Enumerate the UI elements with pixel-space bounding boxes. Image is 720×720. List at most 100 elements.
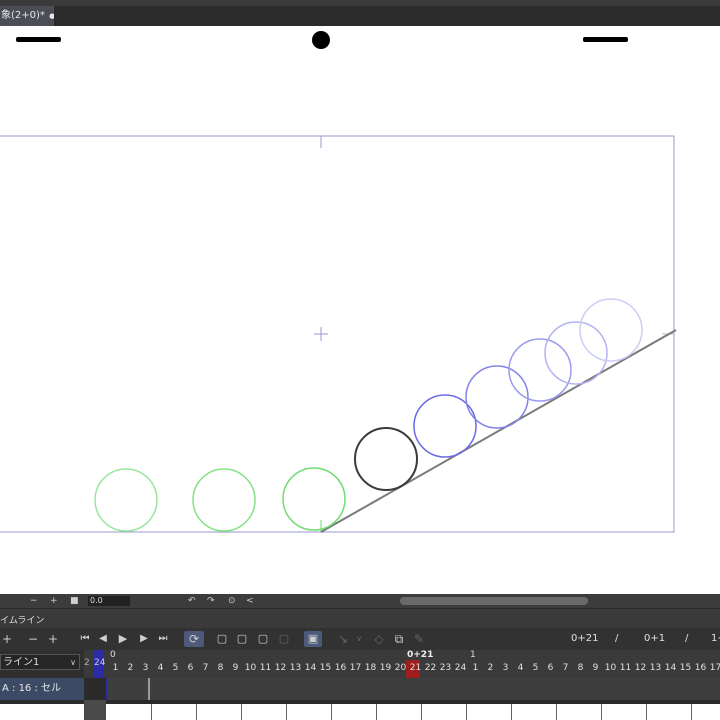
frame-cell-divider xyxy=(376,704,377,720)
zoom-in-button[interactable]: + xyxy=(50,594,58,608)
timeline-zoom-out-button[interactable]: − xyxy=(26,631,40,647)
rotate-left-icon[interactable]: ↶ xyxy=(188,594,196,608)
frame-number: 1 xyxy=(112,663,119,673)
canvas-frame xyxy=(0,135,675,533)
current-cel-ball xyxy=(354,427,418,491)
onion-skin-next-4 xyxy=(544,321,608,385)
camerawork-icon[interactable]: ◇ xyxy=(372,631,386,647)
frame-cell-divider xyxy=(691,704,692,720)
cel-boundary xyxy=(148,678,150,700)
frame-cell-divider xyxy=(466,704,467,720)
frame-number: 5 xyxy=(172,663,179,673)
frame-cell-divider xyxy=(646,704,647,720)
canvas-drawing xyxy=(0,31,677,533)
prev-frame-button[interactable]: ◀ xyxy=(96,631,110,647)
new-timeline-button[interactable]: + xyxy=(0,631,14,647)
frame-cell-divider xyxy=(286,704,287,720)
onion-skin-prev-1 xyxy=(282,467,346,531)
timeline-panel-header: イムライン xyxy=(0,608,720,629)
frame-number: 9 xyxy=(232,663,239,673)
frame-number: 8 xyxy=(217,663,224,673)
total-frames-readout: 0+1 xyxy=(644,633,666,644)
frame-number: 16 xyxy=(334,663,347,673)
frame-number: 3 xyxy=(142,663,149,673)
zoom-value-field[interactable]: 0.0 xyxy=(88,596,130,606)
gutter-cell xyxy=(84,700,106,720)
frame-number: 9 xyxy=(592,663,599,673)
frame-number: 17 xyxy=(709,663,720,673)
frame-number: 15 xyxy=(319,663,332,673)
frame-cell-divider xyxy=(241,704,242,720)
onion-skin-button[interactable]: ▣ xyxy=(304,631,322,647)
next-frame-button[interactable]: ▶ xyxy=(137,631,151,647)
layer-row: A : 16 : セル xyxy=(0,678,720,700)
frame-number: 24 xyxy=(454,663,467,673)
timeline-select-value: ライン1 xyxy=(3,657,40,668)
frame-number: 7 xyxy=(202,663,209,673)
frame-number: 2 xyxy=(487,663,494,673)
first-frame-button[interactable]: ⏮ xyxy=(78,631,92,647)
frame-number: 2 xyxy=(127,663,134,673)
frame-number: 13 xyxy=(289,663,302,673)
onion-skin-next-2 xyxy=(465,365,529,429)
zoom-out-button[interactable]: − xyxy=(30,594,38,608)
last-frame-button[interactable]: ⏭ xyxy=(156,631,170,647)
registration-mark-left xyxy=(16,37,61,42)
layer-track[interactable] xyxy=(106,678,720,700)
frame-cell-divider xyxy=(196,704,197,720)
document-tab[interactable]: 象(2+0)* ● xyxy=(0,6,54,26)
onion-skin-prev-3 xyxy=(94,468,158,532)
frame-number: 8 xyxy=(577,663,584,673)
frame-cell-divider xyxy=(331,704,332,720)
frame-number: 10 xyxy=(244,663,257,673)
horizontal-scrollbar[interactable] xyxy=(400,597,588,605)
frame-cell-divider xyxy=(601,704,602,720)
timeline-zoom-in-button[interactable]: + xyxy=(46,631,60,647)
frame-number: 3 xyxy=(502,663,509,673)
timeline-select[interactable]: ライン1 ∨ xyxy=(0,654,80,670)
frame-number: 1 xyxy=(472,663,479,673)
new-animation-folder-icon[interactable]: ▢ xyxy=(234,631,250,647)
new-animation-cel-icon[interactable]: ▢ xyxy=(214,631,230,647)
frame-number: 4 xyxy=(517,663,524,673)
pen-icon[interactable]: ✎ xyxy=(412,631,426,647)
collapse-icon[interactable]: < xyxy=(246,594,254,608)
frame-cell-strip xyxy=(106,704,720,720)
specify-cel-icon[interactable]: ▢ xyxy=(255,631,271,647)
frame-number: 5 xyxy=(532,663,539,673)
frame-ruler[interactable]: 2 24 0 0+21 1 1 2 3 4 5 6 7 8 9 10 11 12 13 14 15 16 17 1… xyxy=(84,650,720,678)
frame-number: 10 xyxy=(604,663,617,673)
reset-rotation-icon[interactable]: ⊙ xyxy=(228,594,236,608)
frame-number: 17 xyxy=(349,663,362,673)
light-table-icon[interactable]: ⧉ xyxy=(392,631,406,647)
keyframe-dropdown-icon[interactable]: ∨ xyxy=(354,631,364,647)
frame-separator-2: / xyxy=(685,633,689,644)
frame-cell-divider xyxy=(151,704,152,720)
loop-button[interactable]: ⟳ xyxy=(184,631,204,647)
frame-number: 16 xyxy=(694,663,707,673)
keyframe-icon[interactable]: ↘ xyxy=(336,631,350,647)
frame-number: 19 xyxy=(379,663,392,673)
frame-number: 11 xyxy=(619,663,632,673)
registration-mark-center xyxy=(312,31,330,49)
frame-number: 11 xyxy=(259,663,272,673)
delete-cel-icon[interactable]: ▢ xyxy=(276,631,292,647)
frame-number: 6 xyxy=(187,663,194,673)
onion-skin-prev-2 xyxy=(192,468,256,532)
layer-gutter xyxy=(84,678,106,700)
frame-cell-divider xyxy=(556,704,557,720)
play-button[interactable]: ▶ xyxy=(116,631,130,647)
chevron-down-icon: ∨ xyxy=(70,658,76,667)
document-tab-title: 象(2+0)* xyxy=(1,10,45,21)
fit-button[interactable]: ■ xyxy=(70,594,79,608)
frame-number: 18 xyxy=(364,663,377,673)
track-start-indicator xyxy=(106,678,108,700)
current-frame-readout: 0+21 xyxy=(571,633,599,644)
onion-skin-next-5 xyxy=(579,298,643,362)
drawing-canvas[interactable] xyxy=(0,26,720,594)
frame-cells-strip xyxy=(0,700,720,720)
frame-number: 14 xyxy=(304,663,317,673)
layer-thumbnail-area xyxy=(0,704,84,720)
rotate-right-icon[interactable]: ↷ xyxy=(207,594,215,608)
layer-name-cell[interactable]: A : 16 : セル xyxy=(0,678,84,700)
